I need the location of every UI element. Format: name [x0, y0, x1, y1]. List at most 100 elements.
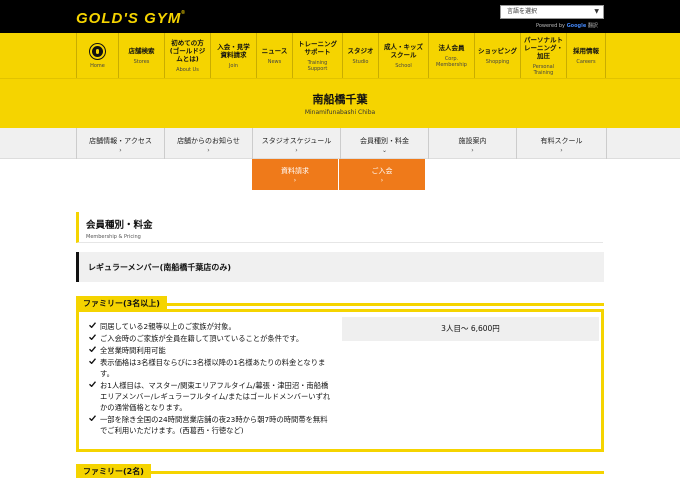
chevron-right-icon: ›: [119, 147, 122, 154]
subnav-item-label: スタジオスケジュール: [261, 137, 332, 145]
plan-condition-text: 全営業時間利用可能: [100, 346, 166, 355]
chevron-right-icon: ›: [295, 147, 298, 154]
nav-item-sublabel: About Us: [176, 66, 199, 73]
subnav-item-label: 店舗情報・アクセス: [89, 137, 152, 145]
club-subnav: 店舗情報・アクセス › 店舗からのお知らせ › スタジオスケジュール › 会員種別・料金 ⌄ 施…: [0, 128, 680, 159]
section-title: 会員種別・料金: [86, 220, 153, 231]
request-docs-button[interactable]: 資料請求 ›: [252, 159, 339, 190]
check-icon: [89, 358, 96, 364]
subnav-item-label: 施設案内: [458, 137, 487, 145]
language-select[interactable]: 言語を選択 ▼: [500, 5, 604, 19]
subnav-item-label: 有料スクール: [540, 137, 583, 145]
plan-label-rule: [150, 471, 604, 474]
nav-item-sublabel: School: [395, 62, 412, 69]
club-name-en: Minamifunabashi Chiba: [304, 109, 376, 116]
nav-item-sublabel: Studio: [352, 58, 369, 65]
nav-item-sublabel: Corp. Membership: [436, 55, 467, 68]
plan-condition-text: 表示価格は3名様目ならびに3名様以降の1名様あたりの料金となります。: [100, 358, 326, 378]
check-icon: [89, 415, 96, 421]
main-nav-items: Home 店舗検索 Stores 初めての方 (ゴールドジ ムとは) About Us 入…: [76, 33, 606, 78]
logo-text: GOLD'S GYM: [76, 10, 182, 27]
nav-item[interactable]: 入会・見学 資料請求 Join: [210, 33, 256, 78]
nav-item-sublabel: Personal Training: [532, 63, 555, 76]
nav-item-sublabel: Stores: [133, 58, 150, 65]
subnav-item[interactable]: 店舗からのお知らせ ›: [164, 128, 252, 159]
join-label: ご入会: [371, 167, 393, 175]
powered-by-text: Powered by: [536, 23, 565, 29]
nav-item-label: 成人・キッズ スクール: [384, 42, 423, 59]
chevron-right-icon: ›: [560, 147, 563, 154]
club-subnav-items: 店舗情報・アクセス › 店舗からのお知らせ › スタジオスケジュール › 会員種別・料金 ⌄ 施…: [76, 128, 607, 159]
check-icon: [89, 381, 96, 387]
subnav-item[interactable]: 施設案内 ›: [428, 128, 516, 159]
nav-item-label: ニュース: [261, 46, 288, 55]
request-docs-label: 資料請求: [281, 167, 309, 175]
subnav-item[interactable]: 有料スクール ›: [516, 128, 607, 159]
check-icon: [89, 322, 96, 328]
nav-item-sublabel: Shopping: [485, 58, 510, 65]
plan-condition-text: お1人様目は、マスター/関東エリアフルタイム/幕張・津田沼・南船橋エリアメンバー…: [100, 381, 331, 412]
nav-item-label: ショッピング: [478, 46, 517, 55]
subnav-item-label: 会員種別・料金: [360, 137, 409, 145]
powered-by-google-translate[interactable]: Powered by Google 翻訳: [536, 22, 598, 29]
club-title-band: 南船橋千葉 Minamifunabashi Chiba: [0, 78, 680, 128]
nav-item-sublabel: Careers: [576, 58, 596, 65]
plan-condition-item: 同居している2親等以上のご家族が対象。: [89, 321, 334, 332]
nav-item-label: 法人会員: [438, 43, 465, 52]
subnav-item[interactable]: 店舗情報・アクセス ›: [76, 128, 164, 159]
nav-item-label: 店舗検索: [128, 46, 155, 55]
plan-label: ファミリー(3名以上): [76, 296, 167, 310]
club-name: 南船橋千葉: [312, 93, 368, 106]
chevron-down-icon: ▼: [594, 8, 599, 15]
nav-item[interactable]: 成人・キッズ スクール School: [378, 33, 428, 78]
plan-condition-text: 同居している2親等以上のご家族が対象。: [100, 322, 236, 331]
section-heading: 会員種別・料金 Membership & Pricing: [76, 212, 603, 243]
plan-conditions-list: 同居している2親等以上のご家族が対象。ご入会時のご家族が全員在籍して頂いているこ…: [89, 321, 334, 437]
chevron-right-icon: ›: [293, 177, 297, 184]
plan-price: 3人目〜 6,600円: [342, 317, 599, 341]
main-nav: Home 店舗検索 Stores 初めての方 (ゴールドジ ムとは) About Us 入…: [0, 33, 680, 78]
plan-condition-item: 表示価格は3名様目ならびに3名様以降の1名様あたりの料金となります。: [89, 357, 334, 379]
nav-item[interactable]: ショッピング Shopping: [474, 33, 520, 78]
chevron-right-icon: ›: [207, 147, 210, 154]
cta-buttons: 資料請求 › ご入会 ›: [252, 159, 426, 190]
golds-gym-emblem-icon: [90, 44, 105, 59]
check-icon: [89, 346, 96, 352]
plan-box: 同居している2親等以上のご家族が対象。ご入会時のご家族が全員在籍して頂いているこ…: [76, 309, 604, 452]
plan-condition-item: 一部を除き全国の24時間営業店舗の夜23時から朝7時の時間帯を無料でご利用いただ…: [89, 414, 334, 436]
nav-item[interactable]: 店舗検索 Stores: [118, 33, 164, 78]
subnav-item[interactable]: 会員種別・料金 ⌄: [340, 128, 428, 159]
subnav-item[interactable]: スタジオスケジュール ›: [252, 128, 340, 159]
nav-item-sublabel: Home: [90, 63, 105, 69]
plan-condition-text: 一部を除き全国の24時間営業店舗の夜23時から朝7時の時間帯を無料でご利用いただ…: [100, 415, 328, 435]
language-select-value: 言語を選択: [507, 8, 538, 15]
nav-item[interactable]: 採用情報 Careers: [566, 33, 606, 78]
plan-label-rule: [164, 303, 604, 306]
chevron-right-icon: ›: [380, 177, 384, 184]
join-button[interactable]: ご入会 ›: [339, 159, 426, 190]
nav-item-label: 入会・見学 資料請求: [217, 42, 250, 59]
nav-item[interactable]: 法人会員 Corp. Membership: [428, 33, 474, 78]
chevron-right-icon: ›: [471, 147, 474, 154]
subnav-item-label: 店舗からのお知らせ: [177, 137, 240, 145]
plan-label: ファミリー(2名): [76, 464, 151, 478]
plan-condition-item: 全営業時間利用可能: [89, 345, 334, 356]
nav-item[interactable]: ニュース News: [256, 33, 292, 78]
nav-item-label: トレーニング サポート: [298, 39, 337, 56]
top-bar: GOLD'S GYM® 言語を選択 ▼ Powered by Google 翻訳: [0, 0, 680, 33]
nav-item-home[interactable]: Home: [76, 33, 118, 78]
logo-registered-mark: ®: [181, 10, 186, 16]
nav-item[interactable]: スタジオ Studio: [342, 33, 378, 78]
nav-item[interactable]: トレーニング サポート Training Support: [292, 33, 342, 78]
check-icon: [89, 334, 96, 340]
nav-item-label: パーソナルト レーニング・ 加圧: [524, 35, 563, 60]
nav-item-label: スタジオ: [347, 46, 374, 55]
nav-item[interactable]: 初めての方 (ゴールドジ ムとは) About Us: [164, 33, 210, 78]
plan-condition-text: ご入会時のご家族が全員在籍して頂いていることが条件です。: [100, 334, 304, 343]
nav-item-sublabel: Join: [228, 62, 239, 69]
nav-item[interactable]: パーソナルト レーニング・ 加圧 Personal Training: [520, 33, 566, 78]
chevron-down-icon: ⌄: [381, 147, 388, 154]
google-brand: Google: [566, 23, 587, 29]
plan-condition-item: ご入会時のご家族が全員在籍して頂いていることが条件です。: [89, 333, 334, 344]
golds-gym-logo[interactable]: GOLD'S GYM®: [76, 10, 186, 27]
